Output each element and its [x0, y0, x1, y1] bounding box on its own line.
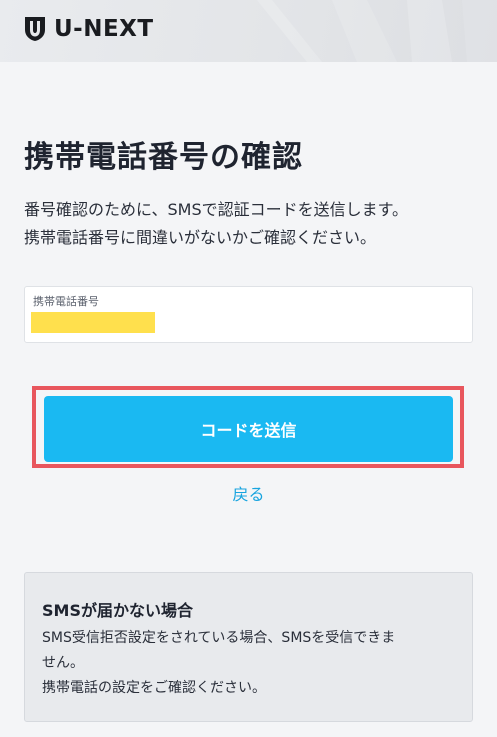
sms-help-line: せん。: [42, 655, 84, 671]
header-decoration: [257, 0, 497, 62]
sms-help-body: SMS受信拒否設定をされている場合、SMSを受信できま せん。 携帯電話の設定を…: [42, 626, 462, 701]
header: U-NEXT: [0, 0, 497, 62]
description-line: 番号確認のために、SMSで認証コードを送信します。: [24, 200, 409, 219]
logo[interactable]: U-NEXT: [24, 14, 154, 44]
page-title: 携帯電話番号の確認: [24, 140, 303, 175]
sms-help-box: SMSが届かない場合 SMS受信拒否設定をされている場合、SMSを受信できま せ…: [24, 572, 473, 722]
back-link[interactable]: 戻る: [0, 481, 497, 505]
logo-text: U-NEXT: [54, 16, 154, 42]
description: 番号確認のために、SMSで認証コードを送信します。 携帯電話番号に間違いがないか…: [24, 196, 484, 252]
unext-shield-icon: [25, 17, 45, 41]
phone-number-label: 携帯電話番号: [33, 295, 99, 308]
phone-number-value-redacted[interactable]: [31, 312, 155, 333]
phone-number-field[interactable]: 携帯電話番号: [24, 286, 473, 343]
sms-help-line: SMS受信拒否設定をされている場合、SMSを受信できま: [42, 630, 396, 646]
send-code-button[interactable]: コードを送信: [44, 396, 453, 462]
sms-help-title: SMSが届かない場合: [42, 601, 193, 620]
description-line: 携帯電話番号に間違いがないかご確認ください。: [24, 228, 377, 247]
sms-help-line: 携帯電話の設定をご確認ください。: [42, 680, 266, 696]
